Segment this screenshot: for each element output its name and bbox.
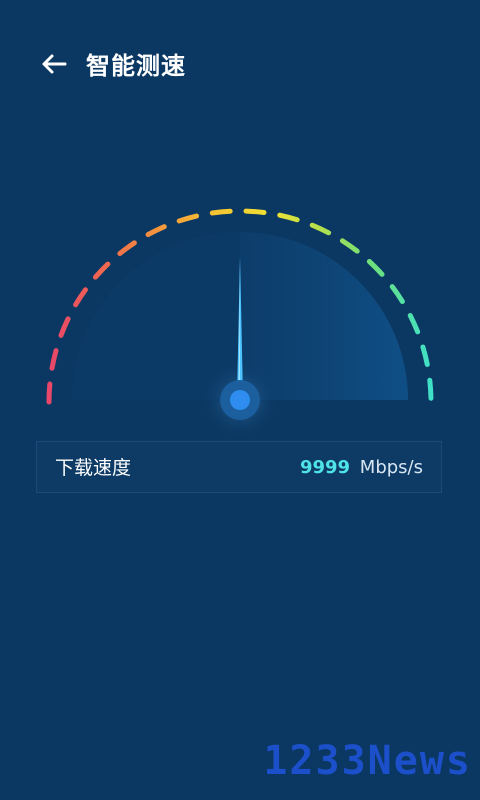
download-speed-label: 下载速度 (55, 457, 132, 479)
download-speed-unit: Mbps/s (359, 457, 423, 478)
page-title: 智能测速 (86, 52, 186, 80)
download-speed-readout: 9999 Mbps/s (300, 442, 423, 494)
speed-test-screen: 智能测速 下载速度 9999 Mbps/s 1233News (0, 0, 480, 800)
arrow-left-icon (41, 53, 67, 79)
header: 智能测速 (0, 0, 480, 130)
speed-gauge (0, 150, 480, 440)
gauge-hub-inner (230, 390, 250, 410)
gauge-svg (46, 208, 434, 440)
download-speed-value: 9999 (299, 457, 351, 478)
download-speed-card: 下载速度 9999 Mbps/s (36, 441, 442, 493)
back-button[interactable] (34, 46, 74, 86)
watermark-logo: 1233News (263, 738, 472, 784)
